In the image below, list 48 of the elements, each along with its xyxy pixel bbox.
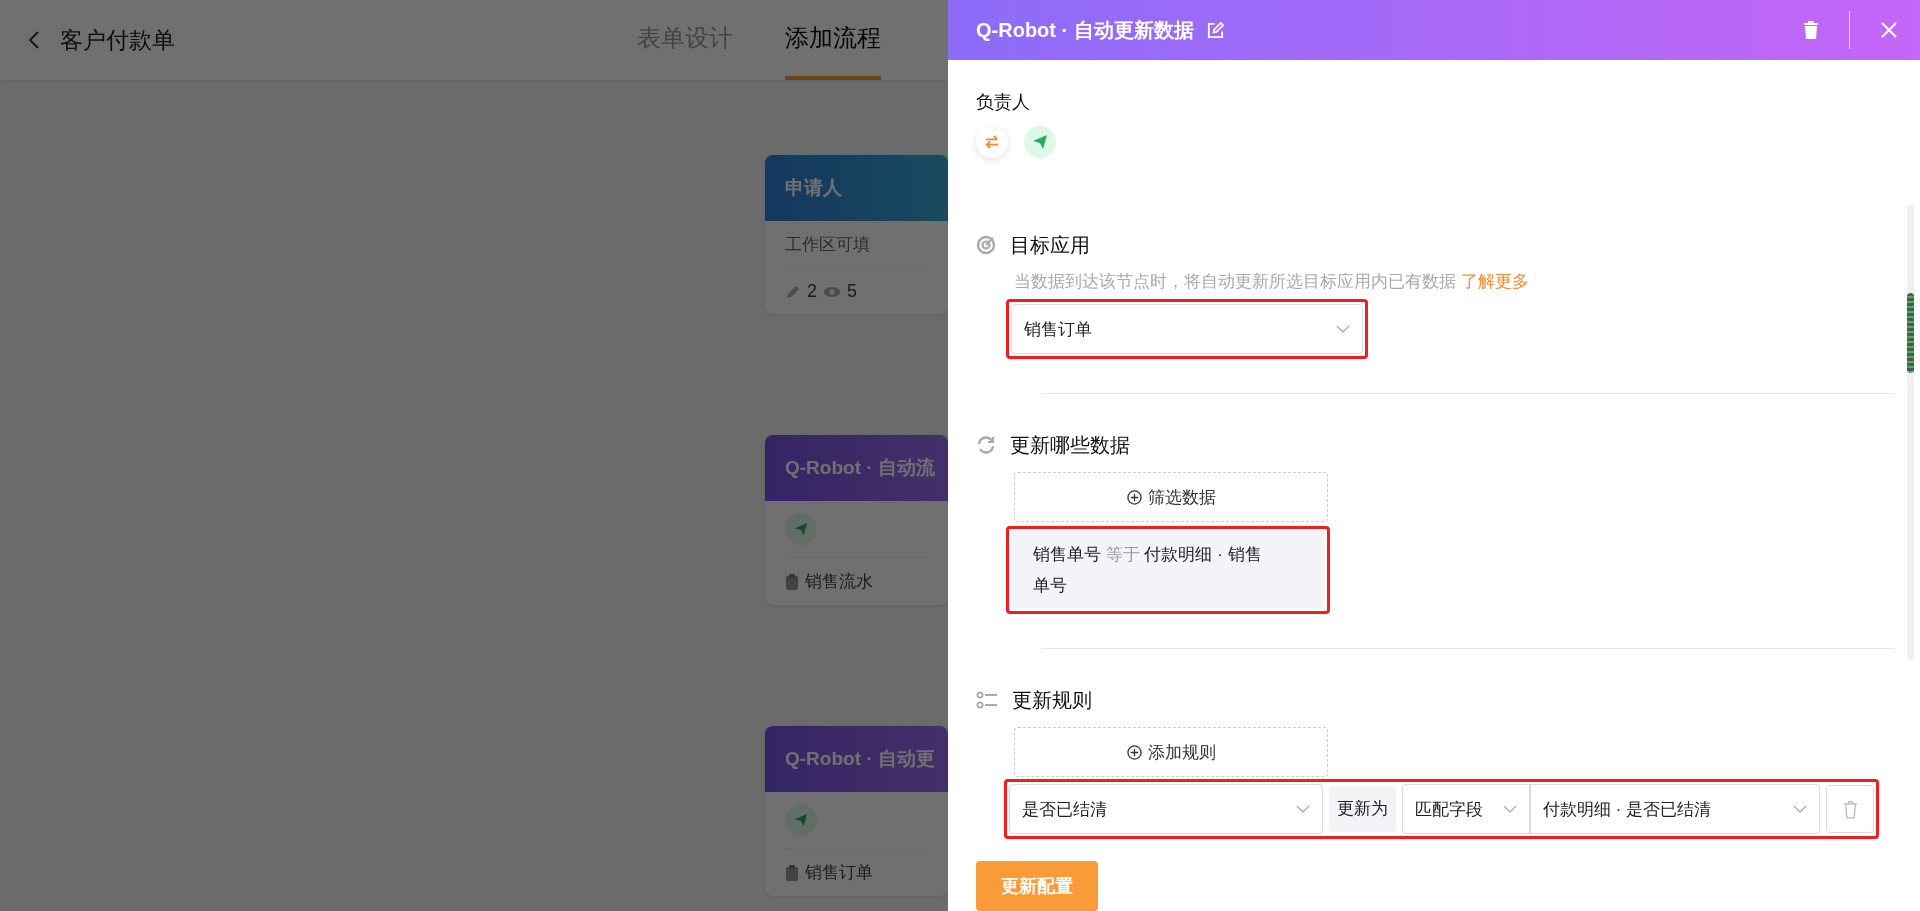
chevron-icon (1503, 805, 1517, 813)
section-title: 更新规则 (1012, 687, 1092, 713)
app-select[interactable]: 销售订单 (1011, 304, 1363, 354)
page-title: 客户付款单 (60, 25, 175, 55)
owner-label: 负责人 (976, 91, 1031, 114)
drawer-title: Q-Robot · 自动更新数据 (976, 17, 1194, 43)
pencil-icon (785, 283, 801, 300)
card-header: Q-Robot · 自动流 (765, 435, 948, 501)
card-target: 销售订单 (805, 862, 873, 884)
swap-icon[interactable] (976, 126, 1008, 158)
filter-data-button[interactable]: 筛选数据 (1014, 472, 1328, 522)
connector-label: 更新为 (1329, 786, 1396, 832)
scrollbar[interactable] (1907, 205, 1914, 660)
plus-circle-icon (1126, 744, 1142, 760)
add-rule-button[interactable]: 添加规则 (1014, 727, 1328, 777)
back-icon[interactable] (28, 30, 40, 50)
chevron-icon (1793, 805, 1807, 813)
tab[interactable]: 添加流程 (785, 0, 881, 80)
edit-count: 2 (807, 281, 817, 302)
view-count: 5 (847, 281, 858, 302)
paper-plane-icon (785, 513, 817, 545)
card-header: Q-Robot · 自动更 (765, 726, 948, 792)
paper-plane-icon (785, 804, 817, 836)
section-title: 更新哪些数据 (1010, 432, 1130, 458)
scrollbar-thumb[interactable] (1907, 293, 1914, 373)
clipboard-icon (785, 864, 799, 881)
trash-icon[interactable] (1803, 21, 1819, 39)
mode-select[interactable]: 匹配字段 (1402, 784, 1530, 834)
field-select[interactable]: 是否已结清 (1009, 784, 1323, 834)
eye-icon (823, 285, 841, 298)
filter-condition[interactable]: 销售单号 等于 付款明细 · 销售单号 (1011, 531, 1325, 609)
plus-circle-icon (1126, 489, 1142, 505)
card-target: 销售流水 (805, 571, 873, 593)
close-icon[interactable] (1880, 21, 1898, 39)
description-text: 当数据到达该节点时，将自动更新所选目标应用内已有数据 了解更多 (1014, 271, 1530, 293)
section-title: 目标应用 (1010, 232, 1090, 258)
chevron-icon (1296, 805, 1310, 813)
clipboard-icon (785, 573, 799, 590)
card-header: 申请人 (765, 155, 948, 221)
paper-plane-icon[interactable] (1024, 126, 1056, 158)
list-icon (976, 690, 998, 710)
source-select[interactable]: 付款明细 · 是否已结清 (1530, 784, 1820, 834)
card-note: 工作区可填 (785, 234, 870, 256)
edit-icon[interactable] (1205, 20, 1225, 40)
trash-icon (1842, 799, 1858, 819)
chevron-icon (1336, 325, 1350, 333)
target-icon (976, 235, 996, 255)
refresh-icon (976, 435, 996, 455)
